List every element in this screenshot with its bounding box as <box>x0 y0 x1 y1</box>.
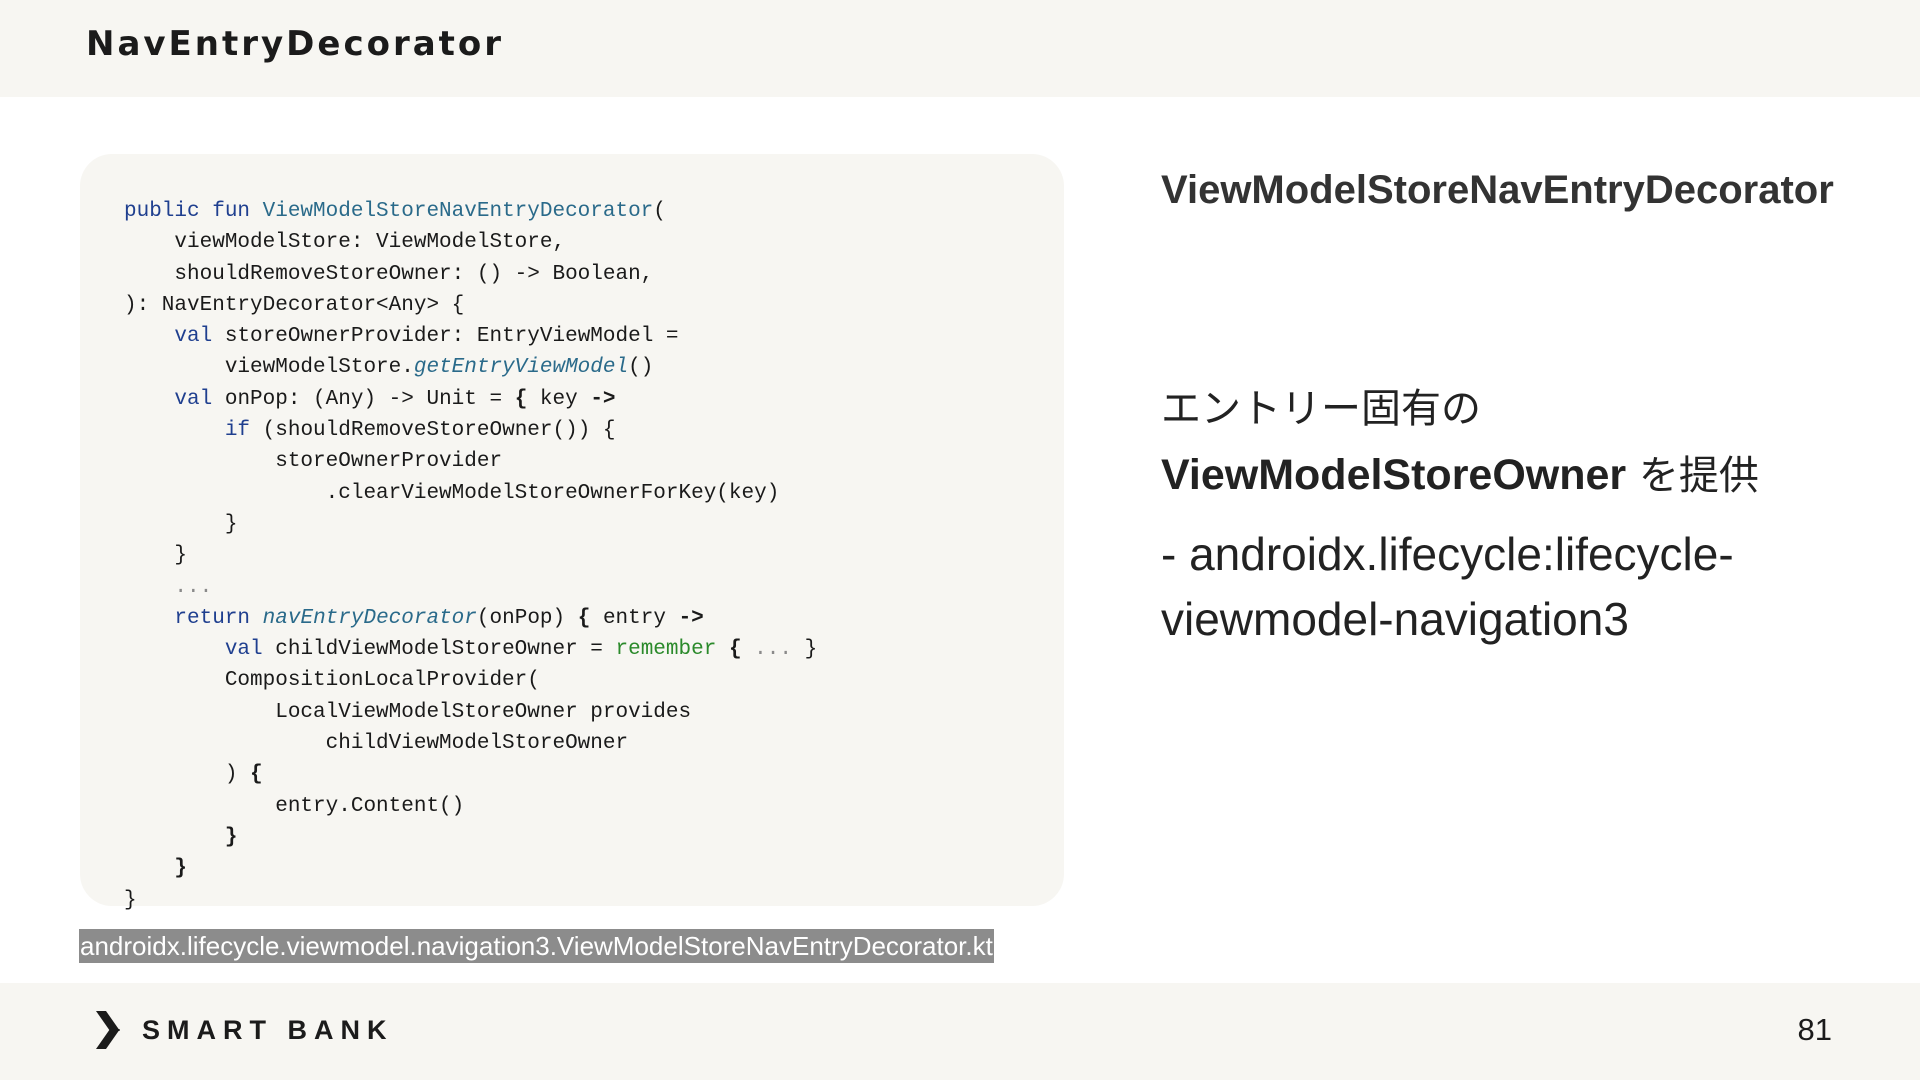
code-line-11: } <box>124 512 238 536</box>
code-line-6: viewModelStore.getEntryViewModel() <box>124 356 654 380</box>
code-line-18: childViewModelStoreOwner <box>124 732 629 756</box>
code-line-4: ): NavEntryDecorator<Any> { <box>124 293 465 317</box>
code-line-8: if (shouldRemoveStoreOwner()) { <box>224 419 616 443</box>
logo-text: SMART BANK <box>142 1014 394 1045</box>
code-line-16: CompositionLocalProvider( <box>124 669 540 693</box>
description-text: エントリー固有の ViewModelStoreOwner を提供 <box>1161 386 1759 499</box>
code-line-1: public fun ViewModelStoreNavEntryDecorat… <box>124 200 666 223</box>
code-line-2: viewModelStore: ViewModelStore, <box>124 231 566 255</box>
code-line-5: val storeOwnerProvider: EntryViewModel = <box>174 325 679 349</box>
source-file-label: androidx.lifecycle.viewmodel.navigation3… <box>79 929 994 963</box>
code-line-7: val onPop: (Any) -> Unit = { key -> <box>174 387 616 411</box>
code-line-23: } <box>124 888 137 912</box>
smartbank-logo-icon <box>96 1011 120 1049</box>
slide-title: NavEntryDecorator <box>86 24 505 64</box>
code-line-13: ... <box>124 575 213 599</box>
code-line-22: } <box>174 857 188 881</box>
code-block: public fun ViewModelStoreNavEntryDecorat… <box>124 196 817 916</box>
code-line-9: storeOwnerProvider <box>124 450 503 474</box>
decorator-name-heading: ViewModelStoreNavEntryDecorator <box>1161 168 1834 212</box>
code-line-14: return navEntryDecorator(onPop) { entry … <box>174 606 704 630</box>
code-line-10: .clearViewModelStoreOwnerForKey(key) <box>124 481 780 505</box>
code-line-12: } <box>124 544 188 568</box>
code-line-15: val childViewModelStoreOwner = remember … <box>224 638 818 662</box>
code-line-21: } <box>224 825 238 849</box>
smartbank-logo: SMART BANK <box>92 1009 394 1051</box>
code-line-17: LocalViewModelStoreOwner provides <box>124 700 692 724</box>
code-line-20: entry.Content() <box>124 794 465 818</box>
code-line-3: shouldRemoveStoreOwner: () -> Boolean, <box>124 262 654 286</box>
slide-header: NavEntryDecorator <box>0 0 1920 97</box>
page-number: 81 <box>1797 1012 1832 1047</box>
code-line-19: ) { <box>124 763 263 787</box>
artifact-name-text: - androidx.lifecycle:lifecycle-viewmodel… <box>1161 528 1734 645</box>
